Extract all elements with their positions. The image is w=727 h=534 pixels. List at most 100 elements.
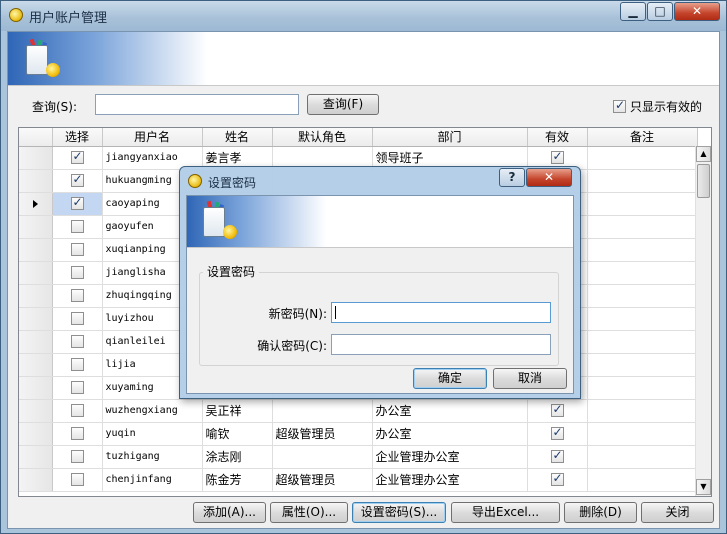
title-bar[interactable]: 用户账户管理 ▁ □ ✕ bbox=[1, 1, 726, 31]
row-select-checkbox[interactable] bbox=[70, 242, 84, 256]
dialog-banner bbox=[187, 196, 573, 248]
select-cell[interactable] bbox=[52, 376, 103, 400]
select-cell[interactable] bbox=[52, 422, 103, 446]
row-select-checkbox[interactable] bbox=[70, 380, 84, 394]
row-header[interactable] bbox=[19, 422, 53, 446]
scroll-down-icon[interactable]: ▼ bbox=[696, 479, 711, 495]
row-header[interactable] bbox=[19, 169, 53, 193]
row-select-checkbox[interactable] bbox=[70, 149, 84, 164]
column-header[interactable]: 有效 bbox=[527, 128, 588, 147]
delete-button[interactable]: 删除(D) bbox=[564, 502, 637, 523]
row-header[interactable] bbox=[19, 215, 53, 239]
table-row[interactable]: wuzhengxiang 吴正祥 办公室 bbox=[19, 399, 698, 423]
set-password-dialog: 设置密码 ? ✕ 设置密码 新密码(N): 确认密码(C): 确定 取消 bbox=[179, 166, 581, 399]
dialog-ok-button[interactable]: 确定 bbox=[413, 368, 487, 389]
row-select-checkbox[interactable] bbox=[70, 426, 84, 440]
select-cell[interactable] bbox=[52, 307, 103, 331]
select-cell[interactable] bbox=[52, 399, 103, 423]
row-header[interactable] bbox=[19, 146, 53, 170]
search-button[interactable]: 查询(F) bbox=[307, 94, 379, 115]
table-header-row: 选择 用户名 姓名 默认角色 部门 有效 备注 bbox=[19, 128, 698, 147]
row-header[interactable] bbox=[19, 353, 53, 377]
row-header[interactable] bbox=[19, 376, 53, 400]
dialog-title-bar[interactable]: 设置密码 ? ✕ bbox=[180, 167, 580, 195]
row-select-checkbox[interactable] bbox=[70, 334, 84, 348]
search-input[interactable] bbox=[95, 94, 299, 115]
row-select-checkbox[interactable] bbox=[70, 172, 84, 187]
password-group-label: 设置密码 bbox=[203, 263, 260, 280]
row-select-checkbox[interactable] bbox=[70, 195, 84, 210]
select-cell[interactable] bbox=[52, 192, 103, 216]
row-header[interactable] bbox=[19, 399, 53, 423]
valid-checkbox[interactable] bbox=[550, 448, 564, 463]
row-header[interactable] bbox=[19, 307, 53, 331]
select-cell[interactable] bbox=[52, 445, 103, 469]
row-header[interactable] bbox=[19, 238, 53, 262]
only-valid-filter[interactable]: 只显示有效的 bbox=[613, 98, 702, 115]
dialog-close-button[interactable]: ✕ bbox=[526, 168, 572, 187]
select-cell[interactable] bbox=[52, 284, 103, 308]
maximize-button[interactable]: □ bbox=[647, 2, 673, 21]
row-header[interactable] bbox=[19, 284, 53, 308]
close-button[interactable]: 关闭 bbox=[641, 502, 714, 523]
row-select-checkbox[interactable] bbox=[70, 449, 84, 463]
remark-cell bbox=[587, 399, 698, 423]
valid-checkbox[interactable] bbox=[550, 149, 564, 164]
dialog-cancel-button[interactable]: 取消 bbox=[493, 368, 567, 389]
scroll-up-icon[interactable]: ▲ bbox=[696, 146, 711, 162]
add-button[interactable]: 添加(A)... bbox=[193, 502, 266, 523]
text-caret bbox=[335, 306, 336, 319]
row-select-checkbox[interactable] bbox=[70, 288, 84, 302]
table-row[interactable]: yuqin 喻钦 超级管理员 办公室 bbox=[19, 422, 698, 446]
select-cell[interactable] bbox=[52, 330, 103, 354]
column-header[interactable]: 默认角色 bbox=[272, 128, 373, 147]
select-cell[interactable] bbox=[52, 261, 103, 285]
column-header[interactable]: 部门 bbox=[372, 128, 528, 147]
select-cell[interactable] bbox=[52, 169, 103, 193]
valid-cell[interactable] bbox=[527, 468, 588, 492]
row-select-checkbox[interactable] bbox=[70, 265, 84, 279]
column-header[interactable]: 备注 bbox=[587, 128, 698, 147]
valid-checkbox[interactable] bbox=[550, 402, 564, 417]
column-header[interactable]: 选择 bbox=[52, 128, 103, 147]
row-header[interactable] bbox=[19, 445, 53, 469]
dialog-help-button[interactable]: ? bbox=[499, 168, 525, 187]
row-header[interactable] bbox=[19, 261, 53, 285]
select-cell[interactable] bbox=[52, 353, 103, 377]
table-row[interactable]: chenjinfang 陈金芳 超级管理员 企业管理办公室 bbox=[19, 468, 698, 492]
select-cell[interactable] bbox=[52, 238, 103, 262]
valid-checkbox[interactable] bbox=[550, 471, 564, 486]
vertical-scrollbar[interactable]: ▲ ▼ bbox=[695, 146, 711, 496]
row-select-checkbox[interactable] bbox=[70, 472, 84, 486]
valid-cell[interactable] bbox=[527, 399, 588, 423]
name-cell: 喻钦 bbox=[202, 422, 273, 446]
select-cell[interactable] bbox=[52, 146, 103, 170]
row-select-checkbox[interactable] bbox=[70, 403, 84, 417]
row-header[interactable] bbox=[19, 192, 53, 216]
select-cell[interactable] bbox=[52, 215, 103, 239]
select-cell[interactable] bbox=[52, 468, 103, 492]
row-header-corner bbox=[19, 128, 53, 147]
column-header[interactable]: 用户名 bbox=[102, 128, 203, 147]
dialog-app-icon bbox=[188, 174, 202, 188]
close-window-button[interactable]: ✕ bbox=[674, 2, 720, 21]
minimize-button[interactable]: ▁ bbox=[620, 2, 646, 21]
row-header[interactable] bbox=[19, 330, 53, 354]
row-select-checkbox[interactable] bbox=[70, 357, 84, 371]
only-valid-checkbox[interactable] bbox=[613, 98, 626, 113]
valid-checkbox[interactable] bbox=[550, 425, 564, 440]
search-label: 查询(S): bbox=[32, 100, 78, 114]
row-header[interactable] bbox=[19, 468, 53, 492]
row-select-checkbox[interactable] bbox=[70, 219, 84, 233]
row-select-checkbox[interactable] bbox=[70, 311, 84, 325]
table-row[interactable]: tuzhigang 涂志刚 企业管理办公室 bbox=[19, 445, 698, 469]
confirm-password-input[interactable] bbox=[331, 334, 551, 355]
new-password-input[interactable] bbox=[331, 302, 551, 323]
column-header[interactable]: 姓名 bbox=[202, 128, 273, 147]
properties-button[interactable]: 属性(O)... bbox=[270, 502, 348, 523]
scroll-thumb[interactable] bbox=[697, 164, 710, 198]
export-excel-button[interactable]: 导出Excel... bbox=[451, 502, 560, 523]
valid-cell[interactable] bbox=[527, 422, 588, 446]
valid-cell[interactable] bbox=[527, 445, 588, 469]
set-password-button[interactable]: 设置密码(S)... bbox=[352, 502, 446, 523]
